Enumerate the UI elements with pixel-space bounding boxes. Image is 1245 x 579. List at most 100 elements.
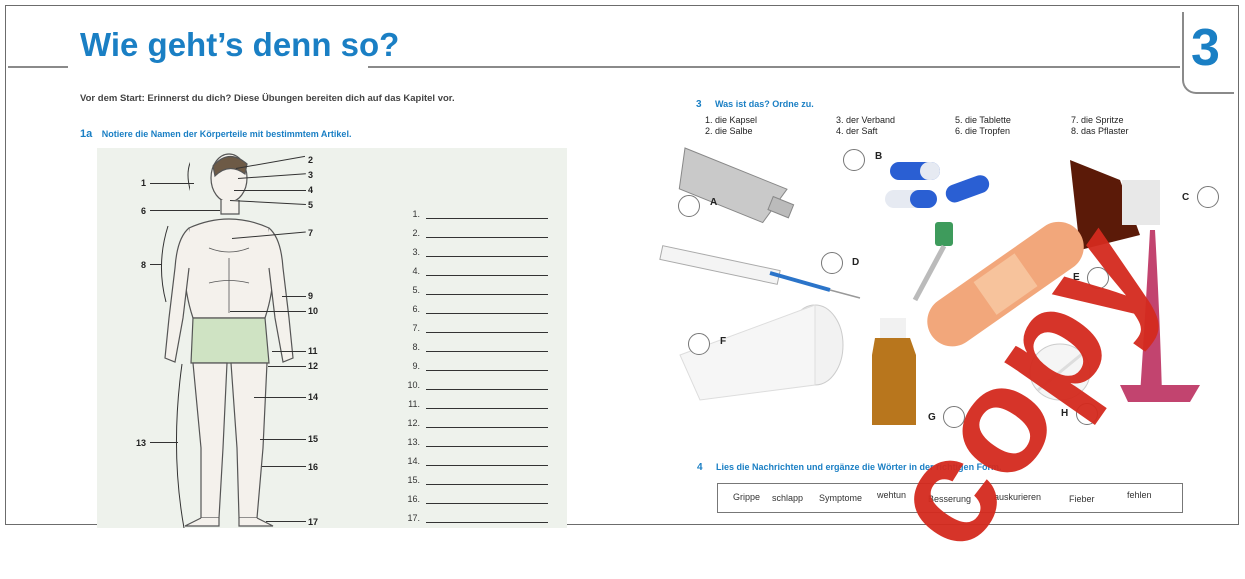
answer-line[interactable] — [426, 218, 548, 219]
photo-letter-d: D — [852, 257, 860, 268]
figure-label-2: 2 — [308, 155, 314, 165]
figure-label-13: 13 — [136, 438, 147, 448]
ex1-instruction: Notiere die Namen der Körperteile mit be… — [101, 129, 352, 139]
figure-label-5: 5 — [308, 200, 314, 210]
answer-number: 13. — [407, 437, 420, 447]
answer-line[interactable] — [426, 237, 548, 238]
figure-label-10: 10 — [308, 306, 319, 316]
photo-ointment-tube — [678, 147, 795, 224]
answer-line[interactable] — [426, 294, 548, 295]
photo-letter-b: B — [875, 151, 883, 162]
leader-line-11 — [272, 351, 306, 352]
answer-circle-c[interactable] — [1197, 186, 1219, 208]
answer-line[interactable] — [426, 332, 548, 333]
ex4-number: 4 — [697, 462, 703, 473]
word-item: Symptome — [819, 493, 863, 503]
answer-number: 1. — [412, 209, 420, 219]
answer-number: 16. — [407, 494, 420, 504]
word-item: fehlen — [1127, 490, 1152, 500]
ex1-heading: 1a Notiere die Namen der Körperteile mit… — [80, 124, 351, 142]
answer-line[interactable] — [426, 427, 548, 428]
leader-line-10 — [230, 311, 306, 312]
option-item: 4. der Saft — [836, 126, 878, 136]
figure-label-8: 8 — [141, 260, 147, 270]
answer-number: 3. — [412, 247, 420, 257]
answer-number: 14. — [407, 456, 420, 466]
figure-label-14: 14 — [308, 392, 319, 402]
figure-label-16: 16 — [308, 462, 319, 472]
answer-number: 11. — [408, 399, 420, 409]
ex3-number: 3 — [696, 99, 702, 110]
figure-label-3: 3 — [308, 170, 314, 180]
answer-number: 2. — [412, 228, 420, 238]
figure-label-6: 6 — [141, 206, 147, 216]
figure-label-4: 4 — [308, 185, 314, 195]
figure-label-1: 1 — [141, 178, 147, 188]
leader-line-15 — [260, 439, 306, 440]
leader-line-16 — [262, 466, 306, 467]
option-item: 6. die Tropfen — [955, 126, 1011, 136]
answer-line[interactable] — [426, 465, 548, 466]
photo-letter-a: A — [710, 197, 718, 208]
figure-label-9: 9 — [308, 291, 314, 301]
leader-line-14 — [254, 397, 306, 398]
leader-line-9 — [282, 296, 306, 297]
answer-line[interactable] — [426, 446, 548, 447]
title-rule-right — [368, 66, 1180, 68]
word-item: Fieber — [1069, 494, 1095, 504]
leader-line-4 — [234, 190, 306, 191]
title-rule-left — [8, 66, 68, 68]
answer-line[interactable] — [426, 351, 548, 352]
option-column: 3. der Verband 4. der Saft — [836, 115, 895, 137]
option-item: 7. die Spritze — [1071, 115, 1124, 125]
answer-number: 15. — [407, 475, 420, 485]
answer-number: 9. — [412, 361, 420, 371]
option-column: 5. die Tablette 6. die Tropfen — [955, 115, 1011, 137]
answer-line[interactable] — [426, 256, 548, 257]
chapter-number: 3 — [1191, 19, 1220, 77]
option-item: 8. das Pflaster — [1071, 126, 1129, 136]
option-item: 1. die Kapsel — [705, 115, 758, 125]
leader-line-17 — [266, 521, 306, 522]
answer-number: 4. — [412, 266, 420, 276]
answer-number: 5. — [412, 285, 420, 295]
figure-label-12: 12 — [308, 361, 319, 371]
ex1-number: 1a — [80, 128, 93, 140]
answer-circle-f[interactable] — [688, 333, 710, 355]
figure-brackets — [160, 162, 190, 528]
answer-line[interactable] — [426, 313, 548, 314]
answer-line[interactable] — [426, 503, 548, 504]
answer-line[interactable] — [426, 408, 548, 409]
page-title: Wie geht’s denn so? — [80, 26, 400, 63]
figure-label-11: 11 — [308, 346, 318, 356]
option-column: 7. die Spritze 8. das Pflaster — [1071, 115, 1129, 137]
ex3-instruction: Was ist das? Ordne zu. — [715, 99, 814, 109]
answer-number: 12. — [407, 418, 420, 428]
answer-number: 7. — [412, 323, 420, 333]
photo-letter-c: C — [1182, 192, 1190, 203]
intro-text: Vor dem Start: Erinnerst du dich? Diese … — [80, 93, 455, 104]
leader-line-12 — [268, 366, 306, 367]
answer-line[interactable] — [426, 522, 548, 523]
option-column: 1. die Kapsel 2. die Salbe — [705, 115, 757, 137]
answer-line[interactable] — [426, 275, 548, 276]
option-item: 5. die Tablette — [955, 115, 1011, 125]
figure-label-15: 15 — [308, 434, 319, 444]
answer-line[interactable] — [426, 389, 548, 390]
answer-number: 10. — [407, 380, 420, 390]
ex3-heading: 3 Was ist das? Ordne zu. — [696, 94, 814, 112]
word-item: schlapp — [772, 493, 804, 503]
figure-label-7: 7 — [308, 228, 314, 238]
answer-line[interactable] — [426, 484, 548, 485]
answer-circle-a[interactable] — [678, 195, 700, 217]
figure-label-17: 17 — [308, 517, 319, 527]
photo-letter-f: F — [720, 336, 727, 347]
answer-circle-b[interactable] — [843, 149, 865, 171]
option-item: 3. der Verband — [836, 115, 896, 125]
photo-dropper — [912, 222, 953, 302]
answer-number: 8. — [412, 342, 420, 352]
photo-capsules — [885, 162, 990, 208]
answer-line[interactable] — [426, 370, 548, 371]
answer-number: 6. — [412, 304, 420, 314]
answer-circle-d[interactable] — [821, 252, 843, 274]
